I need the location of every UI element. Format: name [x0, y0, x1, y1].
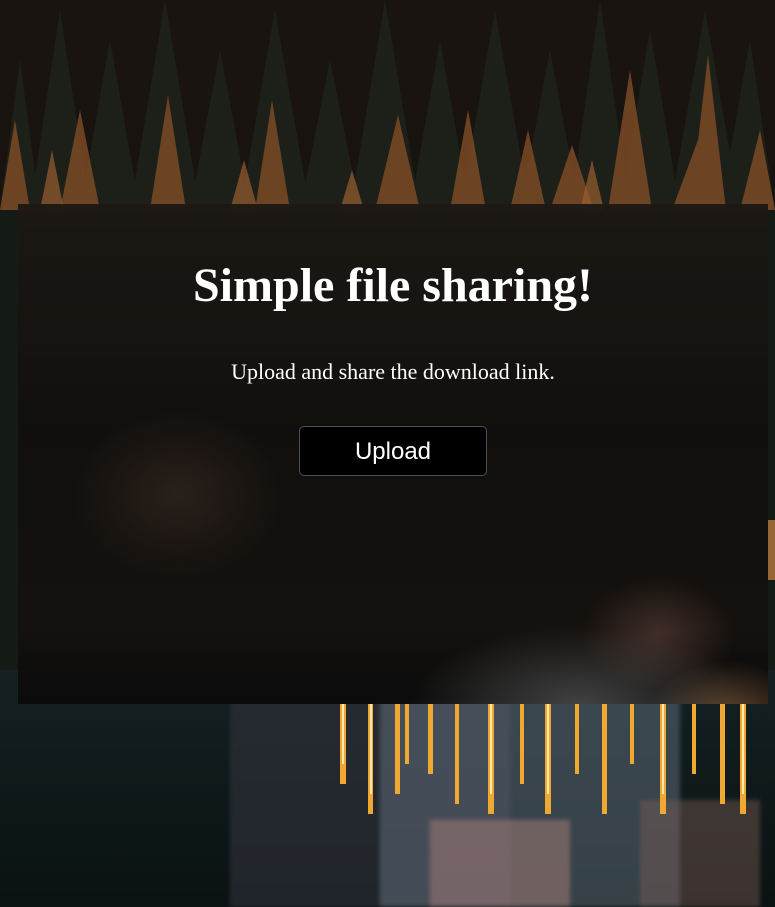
hero-card: Simple file sharing! Upload and share th… [18, 204, 768, 704]
page-title: Simple file sharing! [192, 259, 593, 312]
upload-button[interactable]: Upload [299, 426, 487, 476]
page-subtitle: Upload and share the download link. [231, 359, 555, 384]
